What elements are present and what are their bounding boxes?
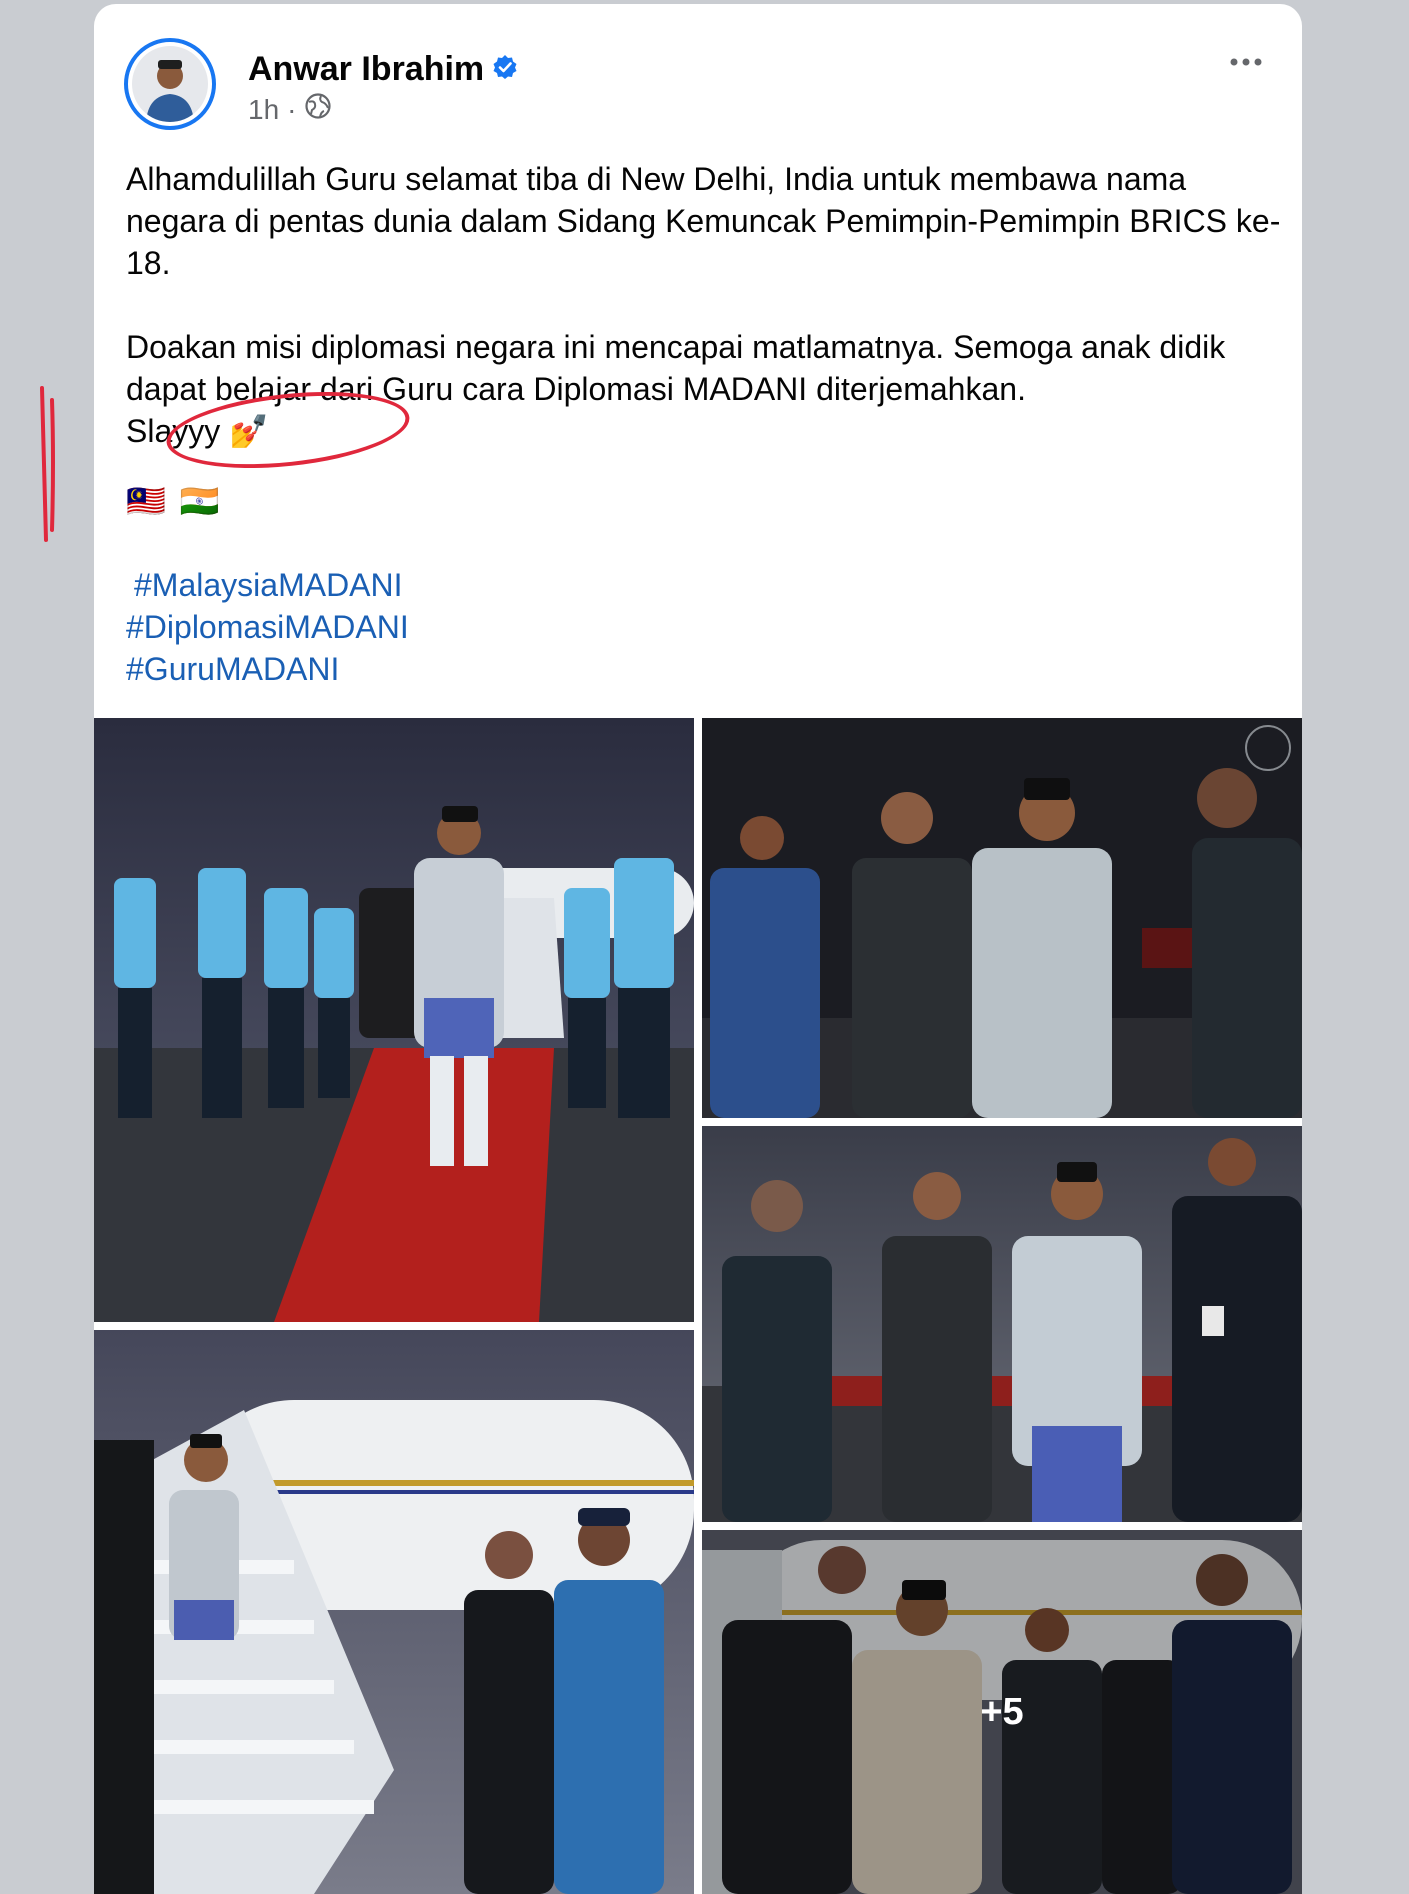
- red-margin-marks: [40, 386, 55, 542]
- photo-1[interactable]: [94, 718, 694, 1322]
- hashtag-malaysiamadani[interactable]: #MalaysiaMADANI: [126, 564, 1286, 606]
- hashtag-list: #MalaysiaMADANI #DiplomasiMADANI #GuruMA…: [126, 564, 1286, 690]
- more-photos-overlay[interactable]: +5: [702, 1530, 1302, 1894]
- photo-3[interactable]: [702, 1126, 1302, 1522]
- verified-badge-icon: [492, 50, 518, 89]
- globe-icon: [304, 92, 332, 127]
- photo-5-more[interactable]: +5: [702, 1530, 1302, 1894]
- post-paragraph-1: Alhamdulillah Guru selamat tiba di New D…: [126, 161, 1281, 281]
- more-options-icon: [1230, 53, 1262, 71]
- photo-4[interactable]: [94, 1330, 694, 1894]
- flags-line: 🇲🇾 🇮🇳: [126, 480, 1286, 522]
- hashtag-gurumadani[interactable]: #GuruMADANI: [126, 648, 1286, 690]
- photo-2[interactable]: [702, 718, 1302, 1118]
- author-name[interactable]: Anwar Ibrahim: [248, 50, 484, 89]
- author-avatar[interactable]: [124, 38, 216, 130]
- meta-separator: ·: [287, 93, 297, 125]
- india-flag-icon: 🇮🇳: [179, 483, 220, 519]
- hashtag-diplomasimadani[interactable]: #DiplomasiMADANI: [126, 606, 1286, 648]
- post-meta: 1h ·: [248, 92, 332, 127]
- more-photos-count: +5: [980, 1690, 1024, 1733]
- post-time[interactable]: 1h: [248, 94, 279, 126]
- post-card: Anwar Ibrahim 1h · Alhamdulillah Guru se…: [94, 4, 1302, 1894]
- malaysia-flag-icon: 🇲🇾: [126, 483, 166, 519]
- author-name-row: Anwar Ibrahim: [248, 50, 518, 89]
- more-options-button[interactable]: [1224, 40, 1268, 84]
